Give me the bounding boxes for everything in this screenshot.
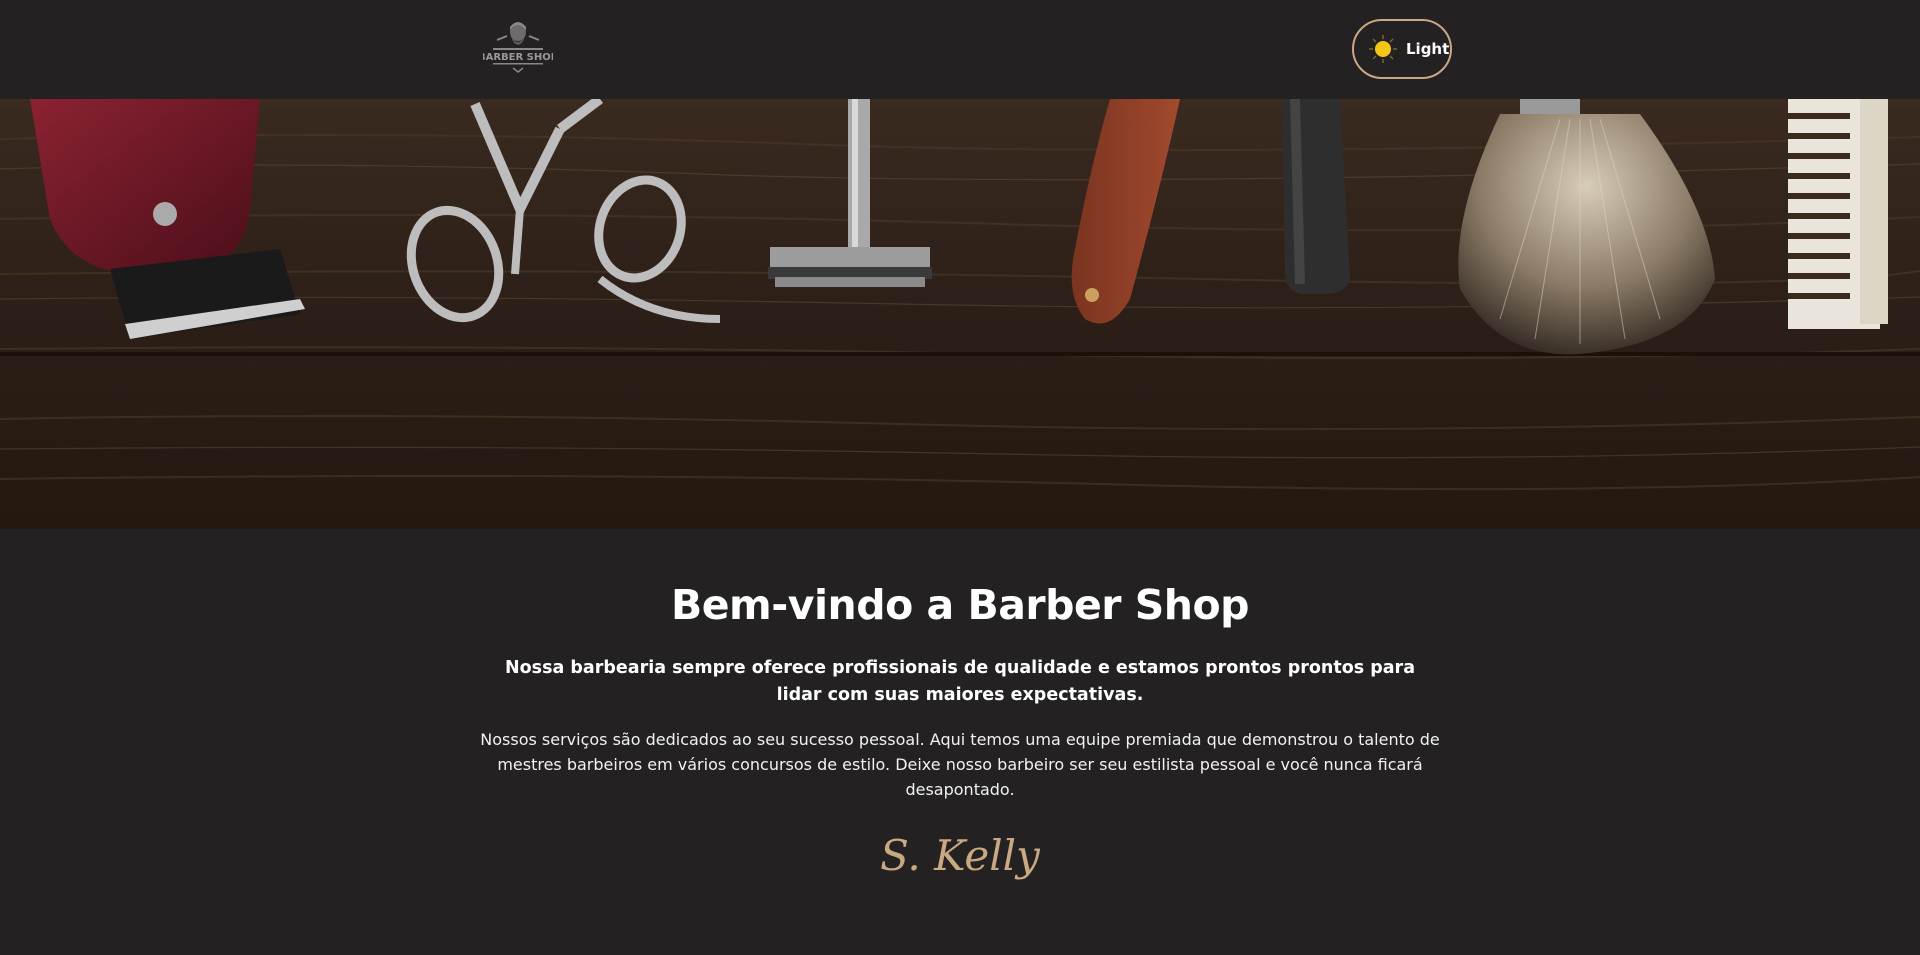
signature-text: S. Kelly [880,831,1040,880]
theme-toggle-button[interactable]: Light [1352,19,1452,79]
barber-tools-image [0,99,1920,529]
comb-handle [1282,99,1350,294]
comb [1788,99,1888,329]
signature: S. Kelly [880,831,1041,880]
sun-icon [1369,35,1397,63]
site-header: BARBER SHOP Light [0,0,1920,99]
body-paragraph: Nossos serviços são dedicados ao seu suc… [480,730,1440,800]
logo-text: BARBER SHOP [483,52,553,63]
lead-paragraph: Nossa barbearia sempre oferece profissio… [505,658,1415,706]
barber-logo[interactable]: BARBER SHOP [478,18,558,76]
welcome-section: Bem-vindo a Barber Shop Nossa barbearia … [480,529,1440,891]
hero-banner [0,99,1920,529]
theme-toggle-label: Light [1406,40,1450,58]
page-title: Bem-vindo a Barber Shop [670,581,1250,629]
barber-logo-icon: BARBER SHOP [478,22,558,73]
